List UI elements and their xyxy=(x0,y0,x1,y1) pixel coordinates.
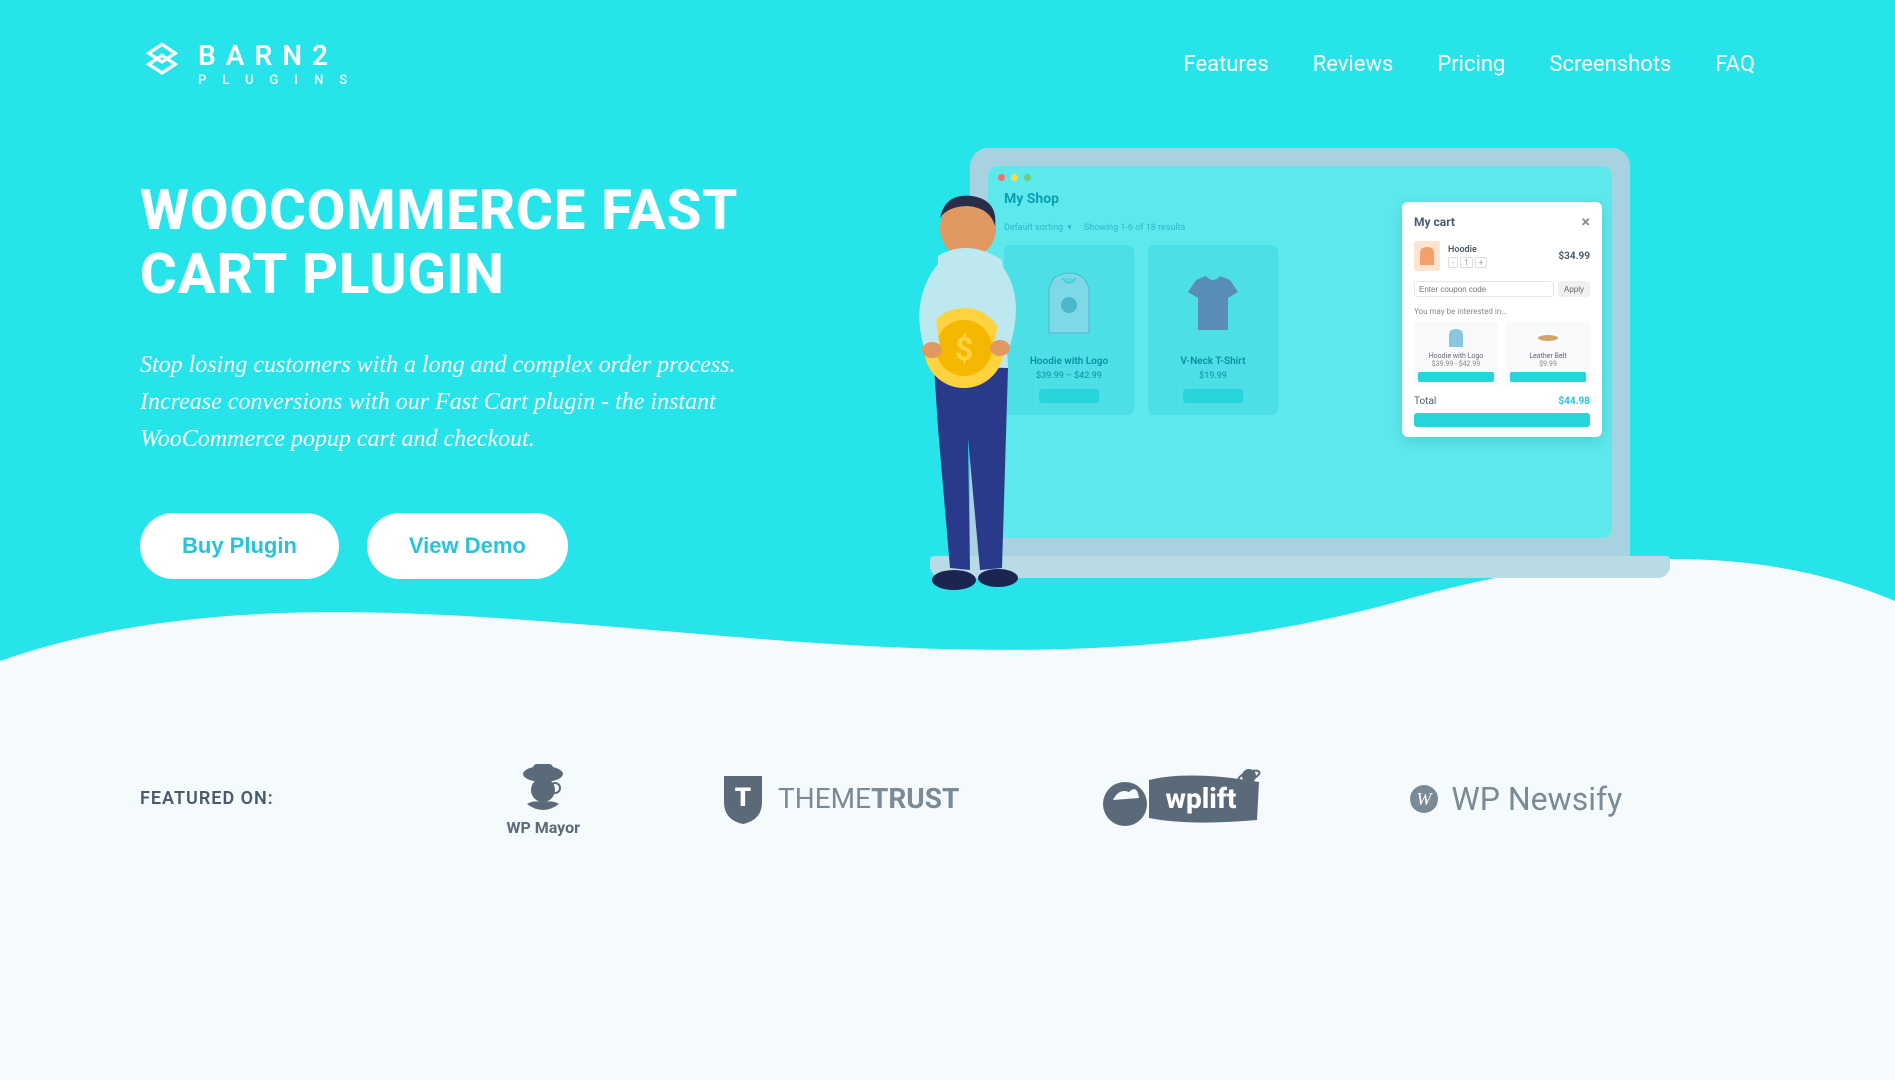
cart-popup: My cart × Hoodie -1+ $34.99 xyxy=(1402,202,1602,437)
results-count: Showing 1-6 of 18 results xyxy=(1084,223,1185,233)
belt-icon xyxy=(1510,326,1586,350)
nav-faq[interactable]: FAQ xyxy=(1715,52,1755,77)
quantity-stepper: -1+ xyxy=(1448,257,1550,268)
brand-title: BARN2 xyxy=(198,42,363,70)
nav-screenshots[interactable]: Screenshots xyxy=(1549,52,1671,77)
brand-icon xyxy=(140,40,184,88)
nav-features[interactable]: Features xyxy=(1184,52,1269,77)
svg-text:$: $ xyxy=(955,330,973,368)
top-nav: BARN2 PLUGINS Features Reviews Pricing S… xyxy=(140,40,1755,88)
hero-section: BARN2 PLUGINS Features Reviews Pricing S… xyxy=(0,0,1895,720)
wplift-logo: wplift xyxy=(1099,764,1269,834)
checkout-button xyxy=(1414,413,1590,427)
hero-description: Stop losing customers with a long and co… xyxy=(140,347,740,459)
laptop-mockup: My Shop Default sorting ▾ Showing 1-6 of… xyxy=(970,148,1630,578)
wpmayor-logo: WP Mayor xyxy=(506,760,580,837)
suggestion-card: Leather Belt $9.99 xyxy=(1506,322,1590,386)
close-icon: × xyxy=(1582,212,1591,231)
themetrust-logo: T THEMETRUST xyxy=(720,772,959,826)
cart-item: Hoodie -1+ $34.99 xyxy=(1414,241,1590,271)
coupon-input xyxy=(1414,281,1554,297)
apply-coupon-button: Apply xyxy=(1558,281,1590,297)
view-demo-button[interactable]: View Demo xyxy=(367,513,568,579)
hero-title: WOOCOMMERCE FAST CART PLUGIN xyxy=(140,178,790,307)
brand-logo[interactable]: BARN2 PLUGINS xyxy=(140,40,363,88)
add-to-cart-button xyxy=(1039,389,1099,403)
nav-links: Features Reviews Pricing Screenshots FAQ xyxy=(1184,52,1755,77)
product-card: V-Neck T-Shirt $19.99 xyxy=(1148,245,1278,415)
hoodie-icon xyxy=(1418,326,1494,350)
hero-content: WOOCOMMERCE FAST CART PLUGIN Stop losing… xyxy=(140,178,1755,579)
hero-illustration: My Shop Default sorting ▾ Showing 1-6 of… xyxy=(850,148,1630,608)
wpnewsify-logo: W WP Newsify xyxy=(1409,780,1622,818)
featured-section: FEATURED ON: WP Mayor T THEMETRUST xyxy=(0,720,1895,837)
cart-title: My cart xyxy=(1414,215,1455,229)
brand-subtitle: PLUGINS xyxy=(198,74,363,87)
nav-reviews[interactable]: Reviews xyxy=(1313,52,1394,77)
person-illustration: $ xyxy=(890,188,1040,598)
svg-text:W: W xyxy=(1417,789,1434,809)
tshirt-icon xyxy=(1156,255,1270,350)
svg-text:wplift: wplift xyxy=(1166,782,1237,815)
window-controls-icon xyxy=(998,174,1602,181)
buy-plugin-button[interactable]: Buy Plugin xyxy=(140,513,339,579)
nav-pricing[interactable]: Pricing xyxy=(1437,52,1505,77)
svg-text:T: T xyxy=(735,783,751,813)
suggestion-card: Hoodie with Logo $39.99 - $42.99 xyxy=(1414,322,1498,386)
hoodie-thumb-icon xyxy=(1414,241,1440,271)
chevron-down-icon: ▾ xyxy=(1067,223,1072,233)
featured-label: FEATURED ON: xyxy=(140,788,274,809)
add-to-cart-button xyxy=(1183,389,1243,403)
